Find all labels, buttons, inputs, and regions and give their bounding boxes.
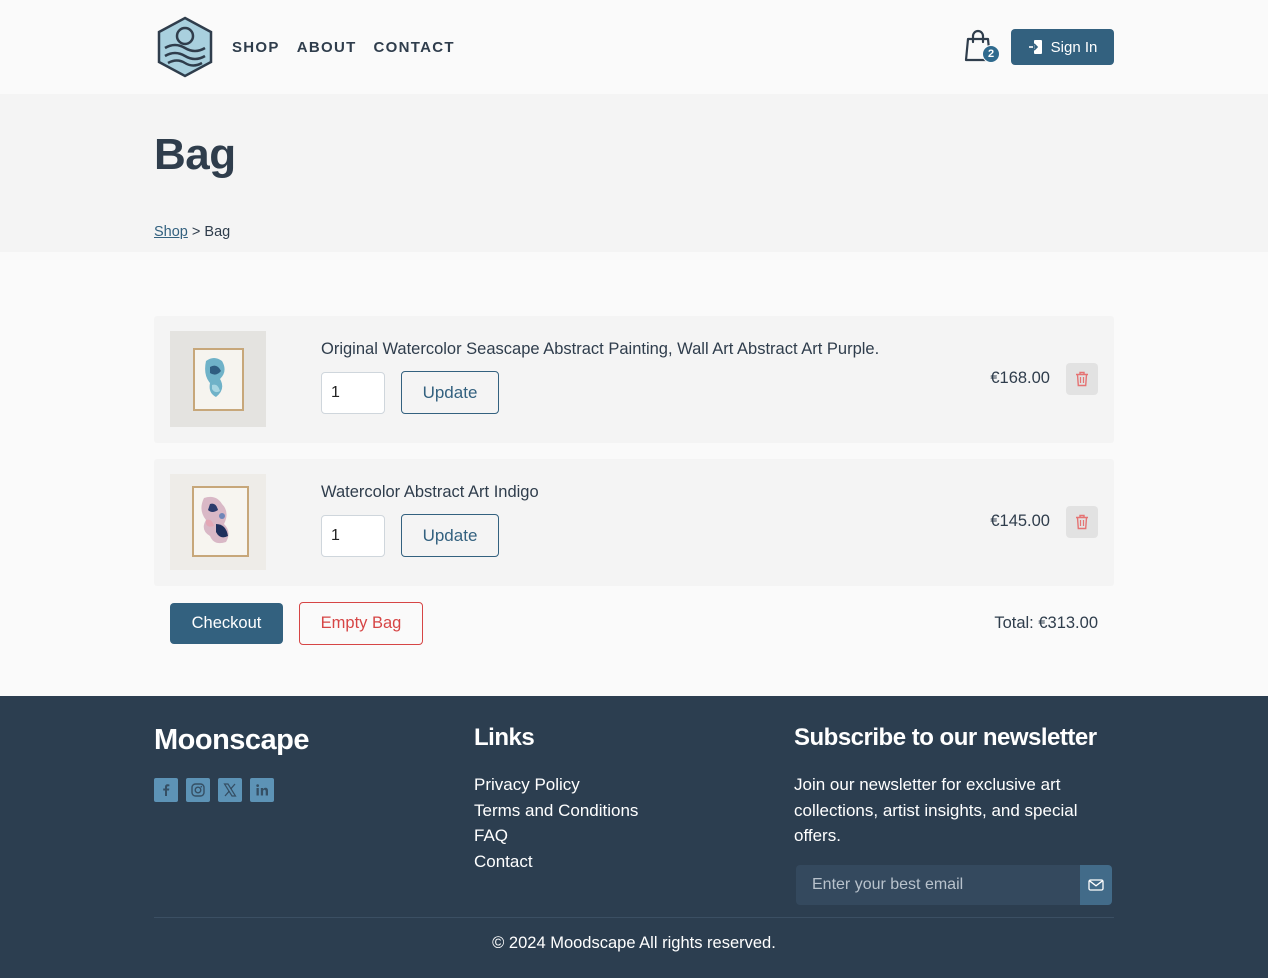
- privacy-policy-link[interactable]: Privacy Policy: [474, 775, 638, 795]
- linkedin-icon: [256, 784, 268, 796]
- footer-divider: [154, 917, 1114, 918]
- nav-about[interactable]: ABOUT: [297, 39, 357, 56]
- sign-in-icon: [1028, 40, 1042, 54]
- main-nav: SHOP ABOUT CONTACT: [232, 39, 455, 56]
- site-footer: Moonscape Links Privacy Policy Terms and…: [0, 696, 1268, 978]
- quantity-input[interactable]: [321, 372, 385, 414]
- sign-in-label: Sign In: [1050, 38, 1098, 56]
- envelope-icon: [1088, 879, 1104, 891]
- item-name: Original Watercolor Seascape Abstract Pa…: [321, 340, 880, 358]
- footer-brand: Moonscape: [154, 724, 310, 756]
- logo-icon[interactable]: [156, 16, 214, 78]
- faq-link[interactable]: FAQ: [474, 826, 638, 846]
- nav-shop[interactable]: SHOP: [232, 39, 280, 56]
- update-button[interactable]: Update: [401, 514, 499, 557]
- page-title: Bag: [154, 130, 236, 179]
- subscribe-button[interactable]: [1080, 865, 1112, 905]
- empty-bag-button[interactable]: Empty Bag: [299, 602, 423, 645]
- site-header: SHOP ABOUT CONTACT 2 Sign In: [0, 0, 1268, 94]
- nav-contact[interactable]: CONTACT: [374, 39, 455, 56]
- update-button[interactable]: Update: [401, 371, 499, 414]
- instagram-icon: [191, 783, 205, 797]
- contact-link[interactable]: Contact: [474, 852, 638, 872]
- breadcrumb-shop-link[interactable]: Shop: [154, 224, 188, 240]
- product-thumbnail[interactable]: [170, 474, 266, 570]
- sign-in-button[interactable]: Sign In: [1011, 29, 1114, 65]
- cart-actions: Checkout Empty Bag Total: €313.00: [154, 602, 1114, 646]
- newsletter-title: Subscribe to our newsletter: [794, 724, 1097, 751]
- breadcrumb: Shop > Bag: [154, 224, 230, 240]
- cart-total: Total: €313.00: [994, 614, 1098, 632]
- cart-item: Watercolor Abstract Art Indigo Update €1…: [154, 459, 1114, 586]
- copyright: © 2024 Moodscape All rights reserved.: [492, 934, 776, 952]
- framed-painting-image: [170, 331, 266, 427]
- item-price: €145.00: [990, 512, 1050, 530]
- links-title: Links: [474, 724, 535, 751]
- checkout-button[interactable]: Checkout: [170, 603, 283, 644]
- trash-icon: [1076, 514, 1088, 530]
- terms-link[interactable]: Terms and Conditions: [474, 801, 638, 821]
- social-links: [154, 778, 274, 802]
- breadcrumb-current: Bag: [204, 224, 231, 240]
- linkedin-link[interactable]: [250, 778, 274, 802]
- x-twitter-icon: [223, 783, 237, 797]
- item-name: Watercolor Abstract Art Indigo: [321, 483, 539, 501]
- product-thumbnail[interactable]: [170, 331, 266, 427]
- x-twitter-link[interactable]: [218, 778, 242, 802]
- newsletter-form: [796, 865, 1112, 905]
- bag-button[interactable]: 2: [962, 29, 1000, 65]
- newsletter-column: Subscribe to our newsletter Join our new…: [794, 724, 1114, 905]
- breadcrumb-separator: >: [187, 224, 205, 240]
- cart-item: Original Watercolor Seascape Abstract Pa…: [154, 316, 1114, 443]
- instagram-link[interactable]: [186, 778, 210, 802]
- title-band: Bag Shop > Bag: [0, 94, 1268, 252]
- remove-item-button[interactable]: [1066, 363, 1098, 395]
- bag-count-badge: 2: [982, 45, 1000, 63]
- email-input[interactable]: [796, 865, 1080, 905]
- newsletter-text: Join our newsletter for exclusive art co…: [794, 775, 1078, 845]
- framed-painting-image: [170, 474, 266, 570]
- cart-section: Original Watercolor Seascape Abstract Pa…: [0, 252, 1268, 696]
- item-price: €168.00: [990, 369, 1050, 387]
- trash-icon: [1076, 371, 1088, 387]
- quantity-input[interactable]: [321, 515, 385, 557]
- facebook-icon: [163, 784, 170, 796]
- footer-links-column: Links Privacy Policy Terms and Condition…: [474, 724, 638, 871]
- facebook-link[interactable]: [154, 778, 178, 802]
- remove-item-button[interactable]: [1066, 506, 1098, 538]
